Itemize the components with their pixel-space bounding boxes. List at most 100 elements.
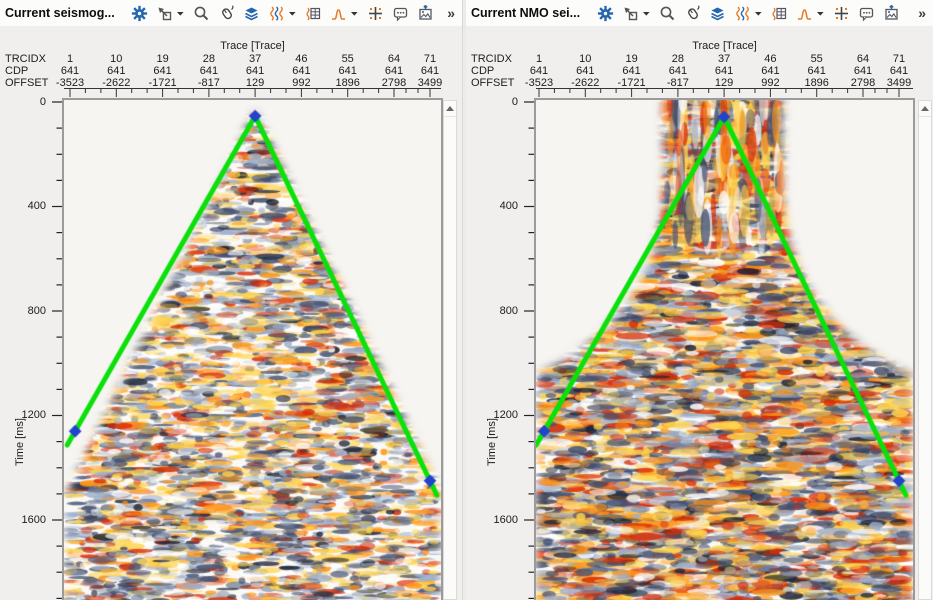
header-value: 28 xyxy=(203,53,215,65)
scroll-up-button[interactable] xyxy=(919,101,931,117)
header-value: 1 xyxy=(67,53,73,65)
spreadsheet-icon[interactable] xyxy=(771,5,788,22)
header-value: 19 xyxy=(625,53,637,65)
time-tick-label: 800 xyxy=(474,305,518,317)
trace-axis-ticks xyxy=(64,88,441,98)
seismic-plot-nmo[interactable] xyxy=(534,98,915,600)
time-tick-label: 1600 xyxy=(474,514,518,526)
header-value: 641 xyxy=(107,65,125,77)
panel-title: Current seismog... xyxy=(5,6,131,20)
amplitude-spectrum-icon[interactable] xyxy=(330,5,347,22)
header-row-label: OFFSET xyxy=(471,77,514,89)
magnifier-icon[interactable] xyxy=(193,5,210,22)
crosshair-icon[interactable] xyxy=(833,5,850,22)
header-row-label: TRCIDX xyxy=(471,53,512,65)
header-value: 28 xyxy=(672,53,684,65)
zoom-region-icon[interactable] xyxy=(622,5,639,22)
time-tick-label: 400 xyxy=(474,200,518,212)
header-value: 55 xyxy=(342,53,354,65)
header-value: 641 xyxy=(761,65,779,77)
dropdown-arrow-icon[interactable] xyxy=(176,5,185,22)
header-row-label: OFFSET xyxy=(5,77,48,89)
time-tick-label: 0 xyxy=(474,96,518,108)
header-value: 641 xyxy=(246,65,264,77)
header-value: 46 xyxy=(764,53,776,65)
dropdown-arrow-icon[interactable] xyxy=(642,5,651,22)
header-value: 641 xyxy=(854,65,872,77)
header-value: 10 xyxy=(110,53,122,65)
app-window: Current seismog... » Trace [Trace] TRCID… xyxy=(0,0,933,600)
panel-title: Current NMO sei... xyxy=(471,6,597,20)
scroll-up-icon xyxy=(921,106,929,111)
header-value: 37 xyxy=(718,53,730,65)
dropdown-arrow-icon[interactable] xyxy=(816,5,825,22)
header-row-label: CDP xyxy=(471,65,494,77)
trace-axis-title: Trace [Trace] xyxy=(536,40,913,52)
time-tick-label: 0 xyxy=(2,96,46,108)
header-value: 1 xyxy=(536,53,542,65)
toolbar-icons xyxy=(597,5,900,22)
header-value: 641 xyxy=(421,65,439,77)
header-value: 641 xyxy=(576,65,594,77)
layers-icon[interactable] xyxy=(709,5,726,22)
annotation-icon[interactable] xyxy=(858,5,875,22)
header-row-trcidx: TRCIDX11019283746556471 xyxy=(0,53,462,65)
vertical-scrollbar[interactable] xyxy=(918,100,932,600)
dropdown-arrow-icon[interactable] xyxy=(288,5,297,22)
header-value: 37 xyxy=(249,53,261,65)
annotation-icon[interactable] xyxy=(392,5,409,22)
settings-gear-icon[interactable] xyxy=(131,5,148,22)
header-value: 641 xyxy=(530,65,548,77)
export-image-icon[interactable] xyxy=(883,5,900,22)
header-value: 641 xyxy=(292,65,310,77)
header-row-cdp: CDP641641641641641641641641641 xyxy=(0,65,462,77)
seismogram-toolbar: Current seismog... » xyxy=(0,0,462,26)
header-row-label: TRCIDX xyxy=(5,53,46,65)
zoom-region-icon[interactable] xyxy=(156,5,173,22)
header-value: 641 xyxy=(715,65,733,77)
toolbar-icons xyxy=(131,5,434,22)
trace-axis-ticks xyxy=(536,88,913,98)
mouse-mode-icon[interactable] xyxy=(218,5,235,22)
toolbar-overflow-chevrons[interactable]: » xyxy=(447,5,457,21)
header-value: 71 xyxy=(424,53,436,65)
dropdown-arrow-icon[interactable] xyxy=(754,5,763,22)
header-value: 641 xyxy=(200,65,218,77)
panel-nmo-seismogram: Current NMO sei... » Trace [Trace] TRCID… xyxy=(466,0,933,600)
header-value: 641 xyxy=(339,65,357,77)
layers-icon[interactable] xyxy=(243,5,260,22)
toolbar-overflow-chevrons[interactable]: » xyxy=(918,5,928,21)
time-axis-ticks xyxy=(522,100,534,600)
export-image-icon[interactable] xyxy=(417,5,434,22)
time-tick-label: 800 xyxy=(2,305,46,317)
time-tick-label: 1200 xyxy=(2,409,46,421)
trace-display-icon[interactable] xyxy=(734,5,751,22)
time-tick-label: 1600 xyxy=(2,514,46,526)
header-value: 64 xyxy=(857,53,869,65)
header-value: 641 xyxy=(61,65,79,77)
trace-axis-title: Trace [Trace] xyxy=(64,40,441,52)
trace-display-icon[interactable] xyxy=(268,5,285,22)
mouse-mode-icon[interactable] xyxy=(684,5,701,22)
nmo-toolbar: Current NMO sei... » xyxy=(466,0,933,26)
vertical-scrollbar[interactable] xyxy=(443,100,457,600)
settings-gear-icon[interactable] xyxy=(597,5,614,22)
header-row-cdp: CDP641641641641641641641641641 xyxy=(466,65,933,77)
panel-seismogram: Current seismog... » Trace [Trace] TRCID… xyxy=(0,0,462,600)
header-value: 64 xyxy=(388,53,400,65)
magnifier-icon[interactable] xyxy=(659,5,676,22)
crosshair-icon[interactable] xyxy=(367,5,384,22)
header-value: 46 xyxy=(295,53,307,65)
header-value: 10 xyxy=(579,53,591,65)
seismic-plot-shot-gather[interactable] xyxy=(62,98,443,600)
time-tick-label: 400 xyxy=(2,200,46,212)
header-value: 641 xyxy=(890,65,908,77)
amplitude-spectrum-icon[interactable] xyxy=(796,5,813,22)
header-value: 71 xyxy=(893,53,905,65)
header-value: 641 xyxy=(153,65,171,77)
spreadsheet-icon[interactable] xyxy=(305,5,322,22)
scroll-up-button[interactable] xyxy=(444,101,456,117)
scroll-up-icon xyxy=(446,106,454,111)
dropdown-arrow-icon[interactable] xyxy=(350,5,359,22)
header-value: 641 xyxy=(622,65,640,77)
